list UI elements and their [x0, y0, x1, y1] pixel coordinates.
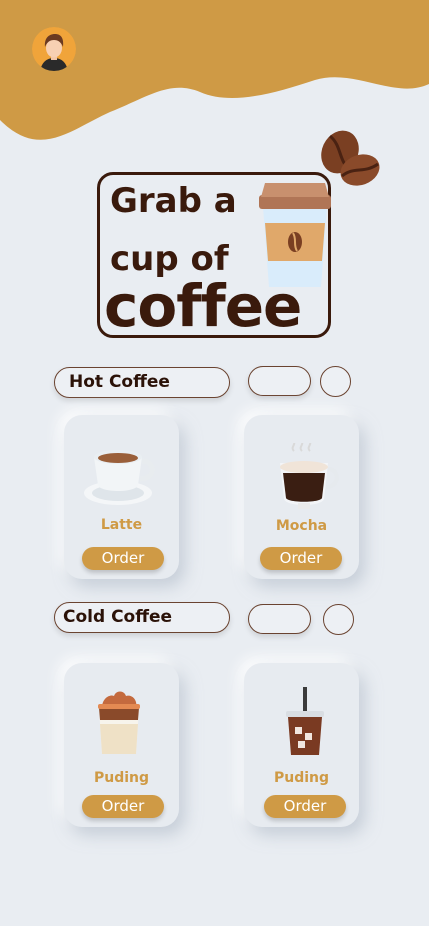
mocha-glass-icon	[280, 443, 339, 509]
product-name: Puding	[273, 770, 330, 786]
product-card-puding-2[interactable]: Puding Order	[244, 663, 359, 827]
product-card-mocha[interactable]: Mocha Order	[244, 415, 359, 579]
iced-coffee-icon	[286, 687, 324, 755]
order-button-puding-2[interactable]: Order	[264, 795, 346, 818]
user-avatar-icon	[32, 27, 76, 71]
product-card-puding-1[interactable]: Puding Order	[64, 663, 179, 827]
hot-coffee-circle-button[interactable]	[320, 366, 351, 397]
cold-coffee-filter-pill[interactable]	[248, 604, 311, 634]
cold-coffee-label: Cold Coffee	[54, 602, 230, 633]
avatar[interactable]	[32, 27, 76, 71]
pudding-cup-icon	[98, 691, 140, 754]
latte-cup-icon	[84, 450, 155, 505]
product-card-latte[interactable]: Latte Order	[64, 415, 179, 579]
hero-line-1: Grab a	[110, 181, 237, 221]
hero-banner: Grab a cup of coffee	[97, 172, 331, 338]
section-title-hot-coffee: Hot Coffee	[69, 372, 170, 392]
order-button-mocha[interactable]: Order	[260, 547, 342, 570]
product-name: Latte	[100, 517, 143, 533]
section-title-cold-coffee: Cold Coffee	[63, 607, 173, 627]
product-name: Puding	[93, 770, 150, 786]
hot-coffee-filter-pill[interactable]	[248, 366, 311, 396]
order-button-puding-1[interactable]: Order	[82, 795, 164, 818]
takeaway-cup-icon	[259, 183, 331, 287]
order-button-latte[interactable]: Order	[82, 547, 164, 570]
cold-coffee-circle-button[interactable]	[323, 604, 354, 635]
hot-coffee-label: Hot Coffee	[54, 367, 230, 398]
product-name: Mocha	[275, 518, 328, 534]
